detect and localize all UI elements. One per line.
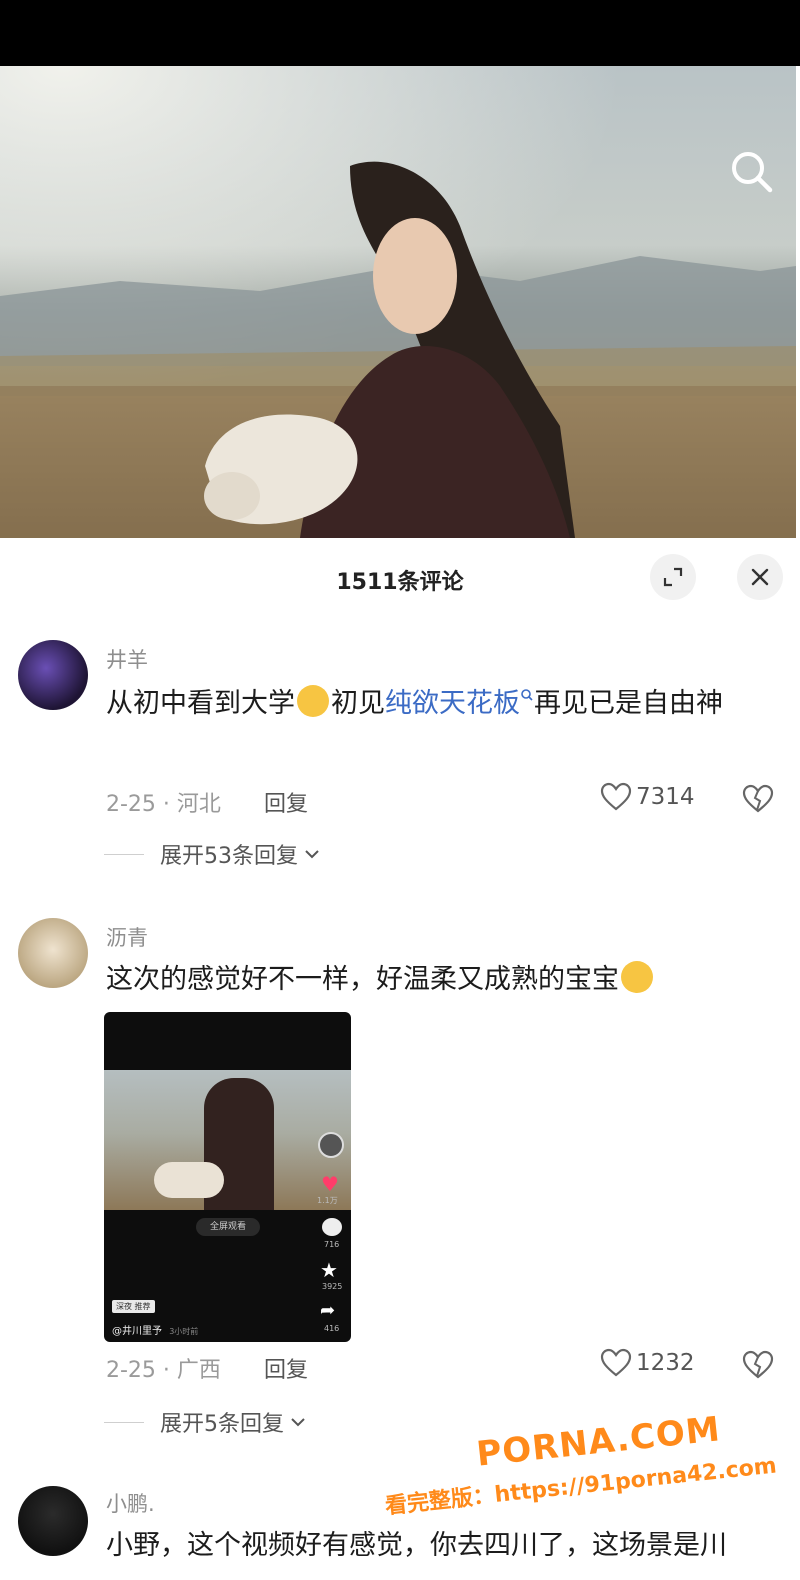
- embedded-share-icon: ➦: [320, 1300, 336, 1321]
- embedded-star-count: 3925: [322, 1282, 343, 1291]
- embedded-author: @井川里予 3小时前: [112, 1322, 198, 1337]
- embedded-author-name: @井川里予: [112, 1326, 162, 1337]
- comment-meta: 2-25 · 广西: [106, 1358, 221, 1383]
- heart-outline-icon: [600, 1348, 632, 1377]
- avatar[interactable]: [18, 640, 88, 710]
- comments-header: 1511条评论: [0, 540, 800, 616]
- video-player[interactable]: [0, 66, 796, 538]
- crying-emoji-icon: [297, 685, 329, 717]
- embedded-star-icon: ★: [320, 1258, 338, 1282]
- expand-replies-label: 展开53条回复: [160, 844, 298, 869]
- top-bar: [0, 0, 800, 66]
- embedded-like-count: 1.1万: [317, 1196, 338, 1205]
- embedded-fullscreen-label: 全屏观看: [209, 1222, 246, 1232]
- search-icon: [521, 689, 533, 701]
- chevron-down-icon: [305, 850, 319, 859]
- divider: [104, 1421, 144, 1423]
- close-button[interactable]: [737, 554, 783, 600]
- pleading-emoji-icon: [621, 961, 653, 993]
- comment-text-part: 再见已是自由神: [534, 688, 723, 719]
- comment-text: 这次的感觉好不一样，好温柔又成熟的宝宝: [106, 956, 766, 1004]
- search-link[interactable]: 纯欲天花板: [385, 688, 520, 719]
- reply-button[interactable]: 回复: [264, 786, 308, 818]
- broken-heart-icon: [742, 784, 774, 813]
- avatar[interactable]: [18, 918, 88, 988]
- dislike-button[interactable]: [742, 784, 774, 818]
- embedded-comment-count: 716: [324, 1240, 340, 1249]
- like-button[interactable]: 7314: [600, 782, 695, 812]
- embedded-heart-icon: ♥: [321, 1172, 339, 1196]
- comment-text-part: 从初中看到大学: [106, 688, 295, 719]
- comment-username[interactable]: 沥青: [106, 922, 148, 952]
- embedded-video-frame: [104, 1070, 351, 1210]
- avatar[interactable]: [18, 1486, 88, 1556]
- comment-username[interactable]: 小鹏.: [106, 1488, 155, 1518]
- divider: [104, 853, 144, 855]
- expand-replies-label: 展开5条回复: [160, 1412, 284, 1437]
- embedded-tag: 深夜 推荐: [112, 1300, 155, 1313]
- video-frame-illustration: [0, 66, 796, 538]
- heart-outline-icon: [600, 782, 632, 811]
- like-count: 7314: [636, 784, 695, 810]
- expand-icon: [663, 567, 683, 587]
- comment-username[interactable]: 井羊: [106, 644, 148, 674]
- comment-text: 小野，这个视频好有感觉，你去四川了，这场景是川: [106, 1530, 727, 1561]
- comment-image[interactable]: 全屏观看 ♥ 1.1万 716 ★ 3925 ➦ 416 深夜 推荐 @井川里予…: [104, 1012, 351, 1342]
- embedded-comment-icon: [322, 1218, 342, 1236]
- comment-meta: 2-25 · 河北: [106, 792, 221, 817]
- search-icon: [732, 152, 773, 193]
- close-icon: [751, 568, 769, 586]
- comment-text: 从初中看到大学 初见纯欲天花板 再见已是自由神: [106, 680, 766, 728]
- search-button[interactable]: [726, 146, 778, 198]
- expand-button[interactable]: [650, 554, 696, 600]
- chevron-down-icon: [291, 1418, 305, 1427]
- embedded-time: 3小时前: [169, 1327, 199, 1336]
- embedded-goat: [154, 1162, 224, 1198]
- expand-replies-button[interactable]: 展开53条回复: [104, 838, 322, 870]
- embedded-share-count: 416: [324, 1324, 340, 1333]
- like-count: 1232: [636, 1350, 695, 1376]
- expand-replies-button[interactable]: 展开5条回复: [104, 1406, 308, 1438]
- embedded-avatar: [318, 1132, 344, 1158]
- comment-text-part: 初见: [331, 688, 385, 719]
- dislike-button[interactable]: [742, 1350, 774, 1384]
- like-button[interactable]: 1232: [600, 1348, 695, 1378]
- broken-heart-icon: [742, 1350, 774, 1379]
- reply-button[interactable]: 回复: [264, 1352, 308, 1384]
- embedded-fullscreen-button: 全屏观看: [196, 1218, 260, 1236]
- comment-text-part: 这次的感觉好不一样，好温柔又成熟的宝宝: [106, 964, 619, 995]
- comment-item: 井羊 从初中看到大学 初见纯欲天花板 再见已是自由神 2-25 · 河北 回复 73…: [0, 630, 800, 880]
